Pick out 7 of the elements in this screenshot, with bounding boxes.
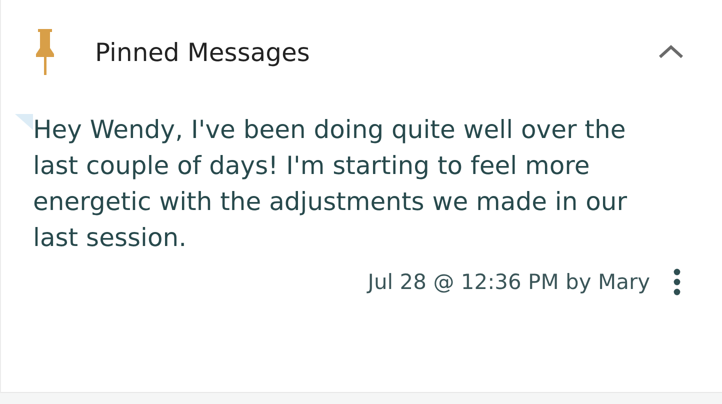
collapse-chevron-icon[interactable]	[656, 43, 686, 61]
message-meta: Jul 28 @ 12:36 PM by Mary	[368, 270, 650, 294]
panel-title: Pinned Messages	[95, 38, 311, 66]
message-text: Hey Wendy, I've been doing quite well over the last couple of days! I'm starting to feel more energetic with the adjustments we made in our last session.	[33, 114, 628, 254]
bubble-tail-icon	[15, 114, 33, 130]
more-options-icon[interactable]	[672, 268, 682, 296]
pin-icon	[36, 29, 54, 75]
